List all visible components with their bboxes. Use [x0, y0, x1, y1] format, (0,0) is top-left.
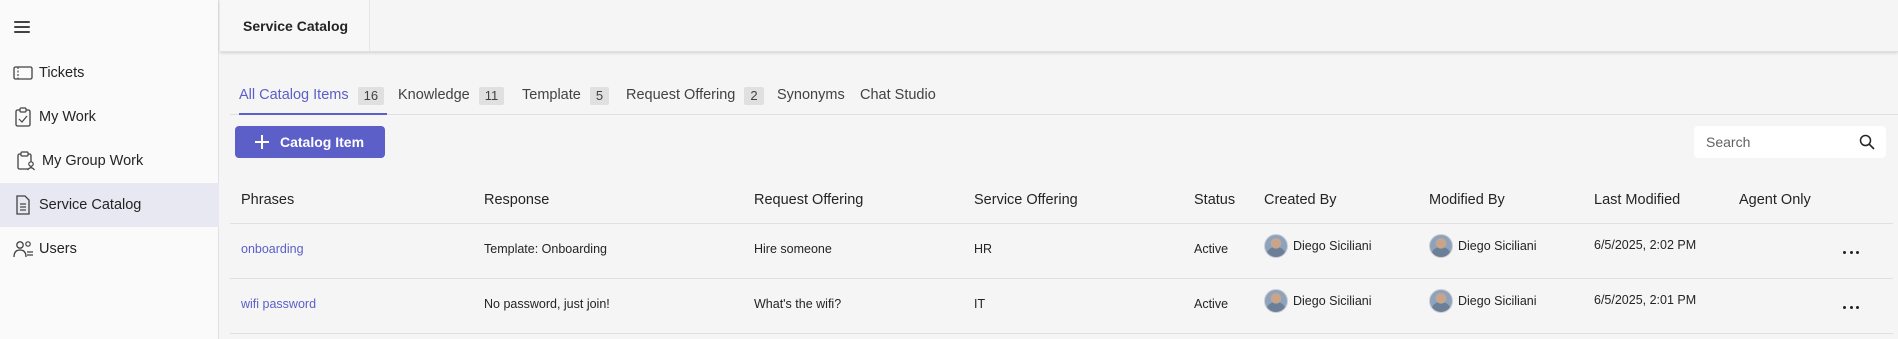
status-cell: Active: [1194, 242, 1229, 256]
tab-template[interactable]: Template 5: [522, 83, 610, 115]
modified-by-cell: Diego Siciliani: [1429, 234, 1537, 258]
clipboard-icon: [11, 105, 35, 129]
tab-count-badge: 16: [357, 87, 385, 105]
tab-count-badge: 5: [589, 87, 610, 105]
created-by-name: Diego Siciliani: [1293, 239, 1372, 253]
catalog-table: Phrases Response Request Offering Servic…: [230, 182, 1893, 334]
avatar: [1264, 234, 1288, 258]
add-button-label: Catalog Item: [280, 134, 365, 150]
top-bar: Service Catalog: [220, 0, 1898, 52]
last-modified-cell: 6/5/2025, 2:01 PM: [1594, 293, 1697, 307]
document-icon: [11, 193, 35, 217]
service-offering-cell: IT: [974, 297, 986, 311]
search-icon[interactable]: [1859, 134, 1875, 150]
page-title[interactable]: Service Catalog: [220, 0, 370, 51]
avatar: [1264, 289, 1288, 313]
table-row[interactable]: wifi password No password, just join! Wh…: [230, 279, 1893, 334]
tab-all-catalog-items[interactable]: All Catalog Items 16: [239, 83, 387, 115]
tab-label: Synonyms: [777, 87, 845, 103]
group-work-icon: [14, 149, 38, 173]
tab-knowledge[interactable]: Knowledge 11: [398, 83, 505, 115]
search-box: [1694, 126, 1886, 158]
add-catalog-item-button[interactable]: Catalog Item: [235, 126, 385, 158]
plus-icon: [255, 135, 269, 149]
sidebar: Tickets My Work My Group Work Service Ca…: [0, 0, 219, 339]
column-header-phrases[interactable]: Phrases: [241, 192, 294, 208]
table-row[interactable]: onboarding Template: Onboarding Hire som…: [230, 224, 1893, 279]
status-cell: Active: [1194, 297, 1229, 311]
tab-count-badge: 2: [744, 87, 764, 105]
column-header-created-by[interactable]: Created By: [1264, 192, 1337, 208]
modified-by-name: Diego Siciliani: [1458, 239, 1537, 253]
modified-by-name: Diego Siciliani: [1458, 294, 1537, 308]
avatar: [1429, 289, 1453, 313]
hamburger-menu-icon[interactable]: [12, 17, 32, 37]
search-input[interactable]: [1694, 126, 1854, 158]
created-by-cell: Diego Siciliani: [1264, 234, 1372, 258]
tab-label: Request Offering: [626, 87, 736, 103]
column-header-service-offering[interactable]: Service Offering: [974, 192, 1078, 208]
more-options-icon[interactable]: [1840, 244, 1862, 260]
more-options-icon[interactable]: [1840, 299, 1862, 315]
service-offering-cell: HR: [974, 242, 993, 256]
ticket-icon: [11, 61, 35, 85]
sidebar-item-label: My Group Work: [42, 153, 144, 169]
column-header-agent-only[interactable]: Agent Only: [1739, 192, 1811, 208]
phrase-link[interactable]: onboarding: [241, 242, 304, 256]
tab-request-offering[interactable]: Request Offering 2: [626, 83, 764, 115]
tab-label: Chat Studio: [860, 87, 936, 103]
avatar: [1429, 234, 1453, 258]
created-by-name: Diego Siciliani: [1293, 294, 1372, 308]
table-header: Phrases Response Request Offering Servic…: [230, 182, 1893, 224]
last-modified-cell: 6/5/2025, 2:02 PM: [1594, 238, 1697, 252]
column-header-status[interactable]: Status: [1194, 192, 1235, 208]
sidebar-item-tickets[interactable]: Tickets: [0, 51, 219, 95]
tab-label: Template: [522, 87, 581, 103]
sidebar-item-my-group-work[interactable]: My Group Work: [0, 139, 219, 183]
request-offering-cell: Hire someone: [754, 242, 832, 256]
phrase-link[interactable]: wifi password: [241, 297, 316, 311]
tab-count-badge: 11: [478, 87, 505, 105]
sidebar-item-users[interactable]: Users: [0, 227, 219, 271]
column-header-last-modified[interactable]: Last Modified: [1594, 192, 1680, 208]
sidebar-item-label: Users: [39, 241, 77, 257]
sidebar-item-my-work[interactable]: My Work: [0, 95, 219, 139]
sidebar-item-label: Service Catalog: [39, 197, 142, 213]
column-header-response[interactable]: Response: [484, 192, 549, 208]
catalog-tabs: All Catalog Items 16 Knowledge 11 Templa…: [230, 83, 1898, 115]
request-offering-cell: What's the wifi?: [754, 297, 842, 311]
column-header-modified-by[interactable]: Modified By: [1429, 192, 1505, 208]
response-cell: No password, just join!: [484, 297, 610, 311]
sidebar-item-service-catalog[interactable]: Service Catalog: [0, 183, 219, 227]
tab-label: All Catalog Items: [239, 87, 349, 103]
tab-label: Knowledge: [398, 87, 470, 103]
tab-chat-studio[interactable]: Chat Studio: [860, 83, 936, 115]
users-icon: [11, 237, 35, 261]
column-header-request-offering[interactable]: Request Offering: [754, 192, 863, 208]
sidebar-item-label: My Work: [39, 109, 96, 125]
tab-synonyms[interactable]: Synonyms: [777, 83, 845, 115]
modified-by-cell: Diego Siciliani: [1429, 289, 1537, 313]
response-cell: Template: Onboarding: [484, 242, 607, 256]
sidebar-item-label: Tickets: [39, 65, 85, 81]
created-by-cell: Diego Siciliani: [1264, 289, 1372, 313]
